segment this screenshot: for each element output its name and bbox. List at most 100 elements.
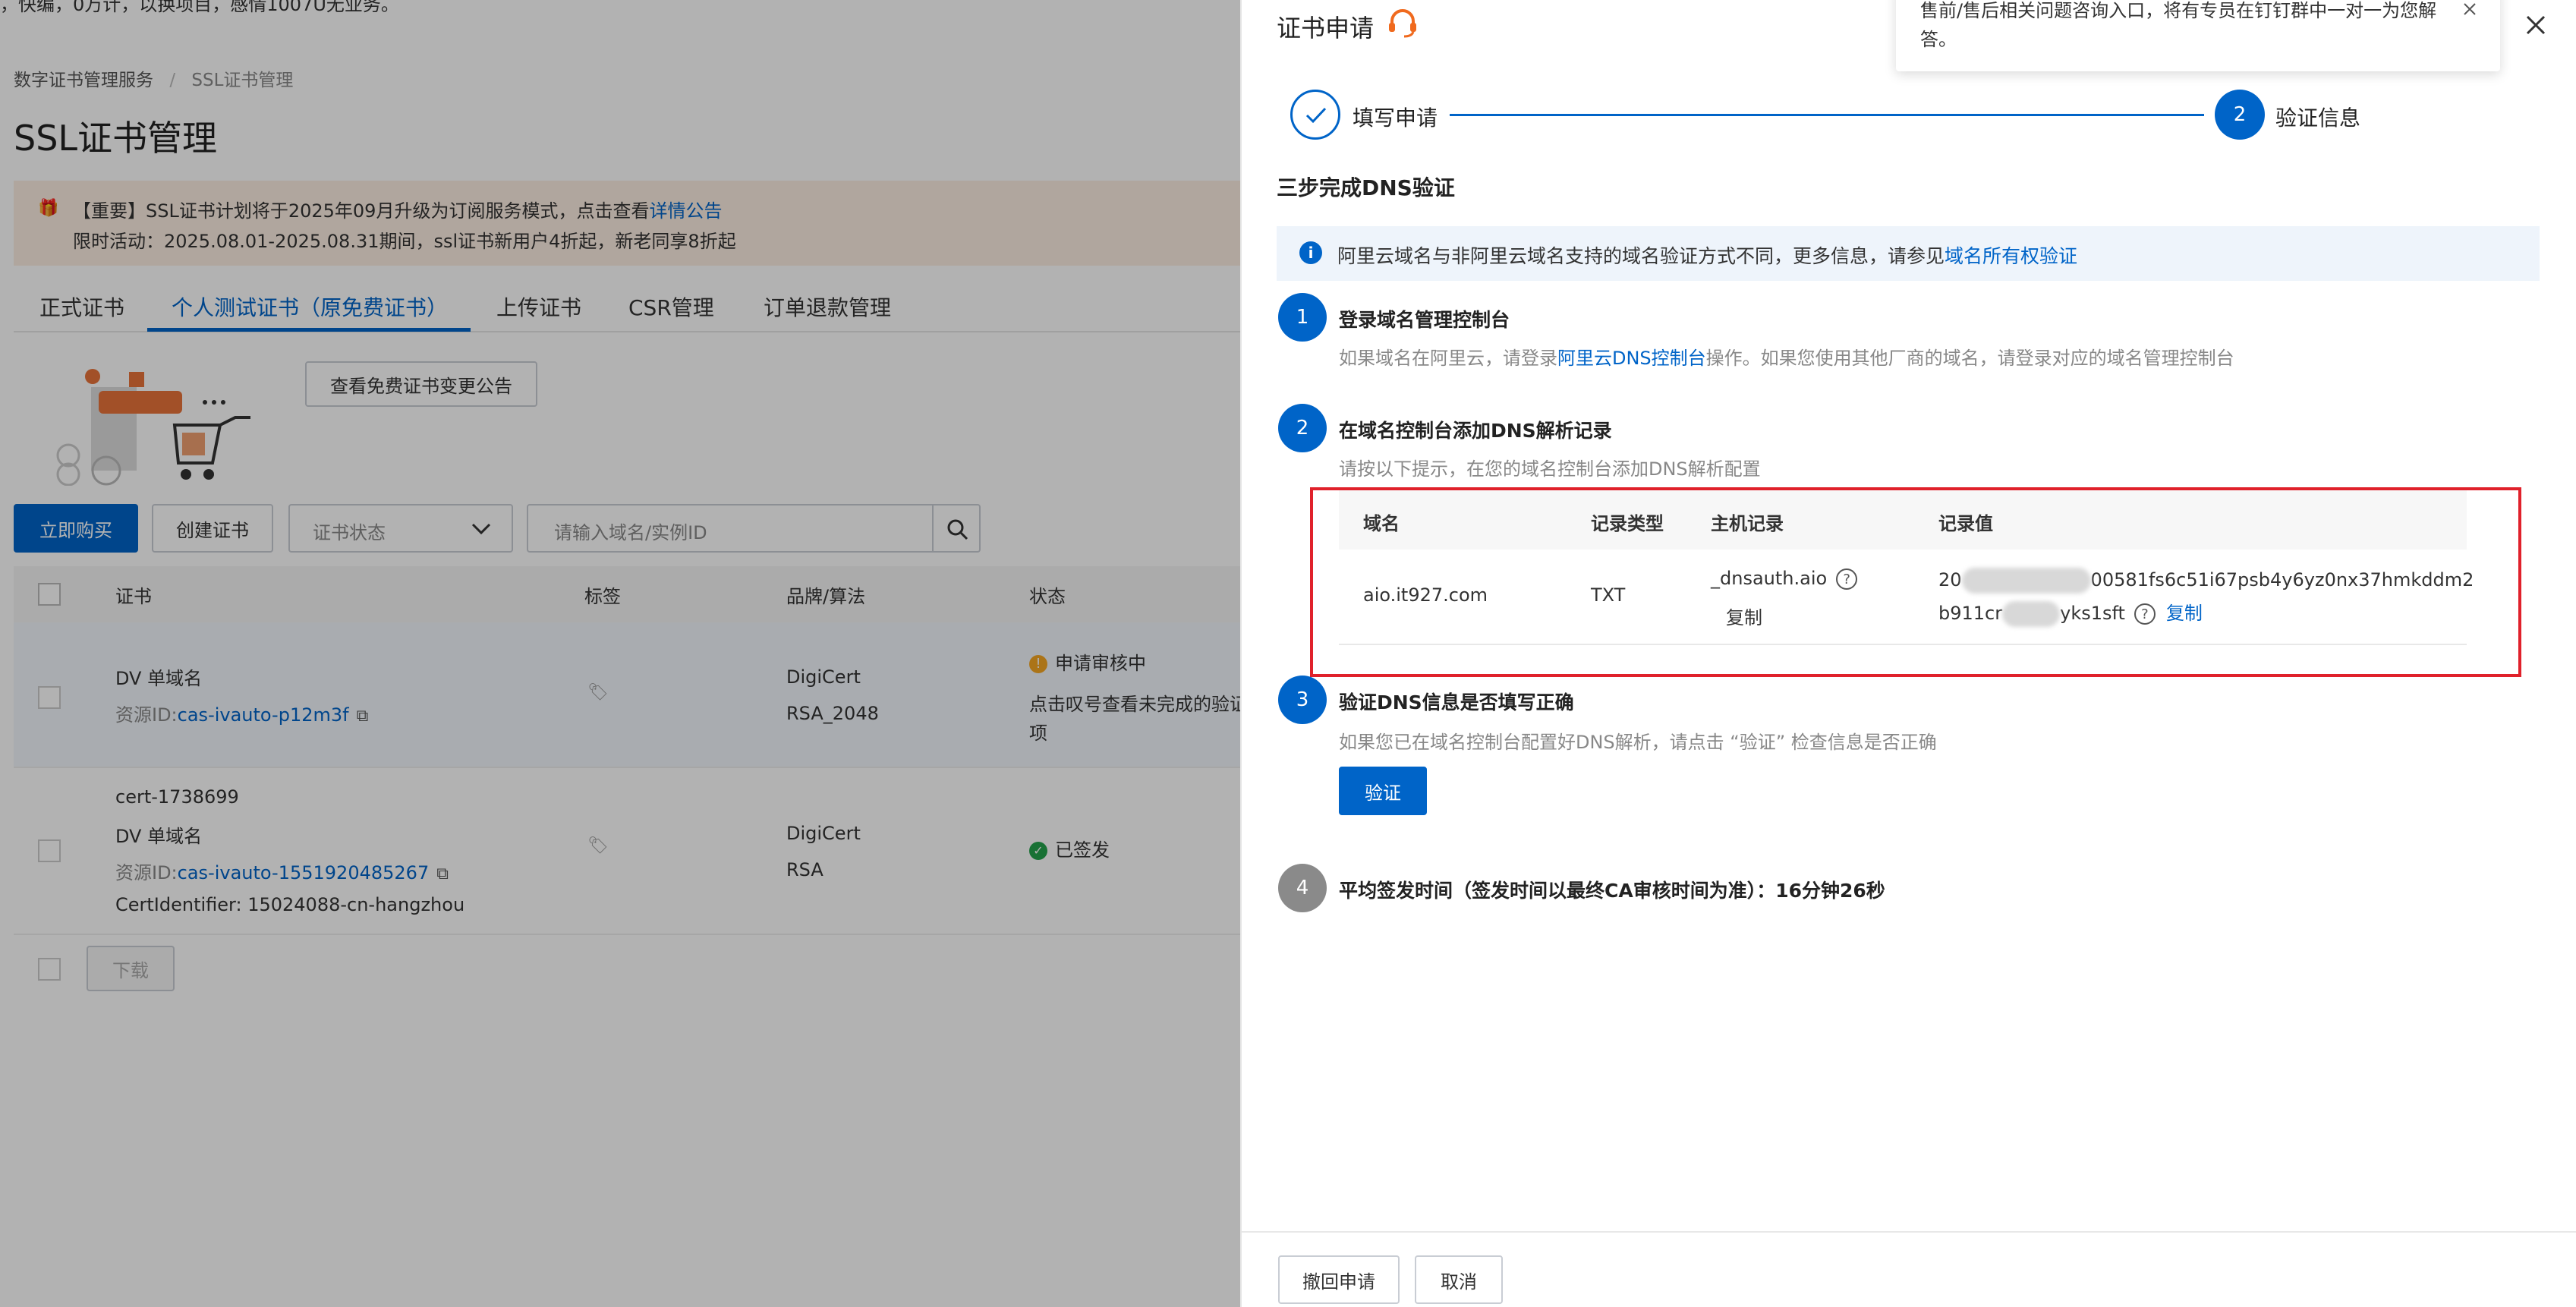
tab-upload-cert[interactable]: 上传证书 xyxy=(496,291,581,322)
brand: DigiCert xyxy=(786,823,861,844)
copy-icon[interactable]: ⧉ xyxy=(357,707,369,726)
cert-table-header: 证书 标签 品牌/算法 状态 xyxy=(14,566,1245,622)
substep-4-number: 4 xyxy=(1278,864,1327,912)
buy-now-button[interactable]: 立即购买 xyxy=(14,504,138,553)
resource-id-label: 资源ID: xyxy=(115,704,178,726)
resource-id-link[interactable]: cas-ivauto-1551920485267 xyxy=(178,862,430,883)
bulk-select-checkbox[interactable] xyxy=(38,958,61,981)
row-checkbox[interactable] xyxy=(38,686,61,709)
info-alert: i 阿里云域名与非阿里云域名支持的域名验证方式不同，更多信息，请参见域名所有权验… xyxy=(1277,226,2540,281)
breadcrumb-item-service[interactable]: 数字证书管理服务 xyxy=(14,71,153,90)
status-note: 点击叹号查看未完成的验证 xyxy=(1029,694,1245,715)
status-text: 已签发 xyxy=(1055,839,1110,861)
substep-2-title: 在域名控制台添加DNS解析记录 xyxy=(1339,420,1612,442)
substep-4-title: 平均签发时间（签发时间以最终CA审核时间为准）：16分钟26秒 xyxy=(1339,880,1885,902)
tag-icon[interactable]: 🏷 xyxy=(587,683,609,702)
notice-line1: 【重要】SSL证书计划将于2025年09月升级为订阅服务模式，点击查看 xyxy=(73,200,650,222)
row-checkbox[interactable] xyxy=(38,839,61,862)
notice-banner: 🎁 【重要】SSL证书计划将于2025年09月升级为订阅服务模式，点击查看详情公… xyxy=(14,181,1245,266)
substep-2-desc: 请按以下提示，在您的域名控制台添加DNS解析配置 xyxy=(1339,458,1761,480)
cert-type: DV 单域名 xyxy=(115,826,203,847)
search-input[interactable]: 请输入域名/实例ID xyxy=(527,504,934,553)
alibaba-dns-console-link[interactable]: 阿里云DNS控制台 xyxy=(1557,348,1706,369)
drawer-title: 证书申请 xyxy=(1277,14,1375,43)
substep-1-number: 1 xyxy=(1278,293,1327,342)
check-circle-icon: ✓ xyxy=(1029,842,1047,860)
cert-name: cert-1738699 xyxy=(115,786,239,808)
warning-icon[interactable]: ! xyxy=(1029,655,1047,673)
column-header-cert: 证书 xyxy=(115,586,152,607)
search-button[interactable] xyxy=(932,504,981,553)
tab-personal-test-cert[interactable]: 个人测试证书（原免费证书） xyxy=(172,291,448,322)
tooltip-close-icon[interactable] xyxy=(2462,2,2477,17)
substep-1-desc-prefix: 如果域名在阿里云，请登录 xyxy=(1339,348,1557,369)
tab-formal-cert[interactable]: 正式证书 xyxy=(39,291,124,322)
step-1-done-indicator xyxy=(1290,90,1340,140)
step-1-label: 填写申请 xyxy=(1353,106,1438,131)
chevron-down-icon xyxy=(471,523,491,535)
help-tooltip: 售前/售后相关问题咨询入口，将有专员在钉钉群中一对一为您解 答。 xyxy=(1896,0,2500,71)
substep-2-number: 2 xyxy=(1278,404,1327,452)
algorithm: RSA_2048 xyxy=(786,703,879,724)
download-button[interactable]: 下载 xyxy=(87,946,175,991)
top-banner-text: ，快编，0万计，以换项目，感情1007U无业务。 xyxy=(0,0,399,15)
view-free-cert-announcement-button[interactable]: 查看免费证书变更公告 xyxy=(305,361,537,407)
column-header-status: 状态 xyxy=(1029,586,1066,607)
info-text: 阿里云域名与非阿里云域名支持的域名验证方式不同，更多信息，请参见 xyxy=(1337,245,1945,267)
notice-line2: 限时活动：2025.08.01-2025.08.31期间，ssl证书新用户4折起… xyxy=(73,231,736,252)
gift-icon: 🎁 xyxy=(38,199,59,218)
resource-id-label: 资源ID: xyxy=(115,862,178,883)
column-header-brand: 品牌/算法 xyxy=(786,586,866,607)
select-all-checkbox[interactable] xyxy=(38,583,61,606)
substep-1-title: 登录域名管理控制台 xyxy=(1339,309,1510,331)
page-title: SSL证书管理 xyxy=(14,118,218,159)
cert-identifier: CertIdentifier: 15024088-cn-hangzhou xyxy=(115,894,465,915)
shopping-cart-illustration xyxy=(46,357,266,487)
cert-type: DV 单域名 xyxy=(115,668,203,689)
cert-status-select-value: 证书状态 xyxy=(313,522,386,543)
tag-icon[interactable]: 🏷 xyxy=(587,836,609,855)
resource-id-link[interactable]: cas-ivauto-p12m3f xyxy=(178,704,349,726)
domain-ownership-link[interactable]: 域名所有权验证 xyxy=(1945,245,2077,267)
tooltip-line2: 答。 xyxy=(1920,29,1957,50)
table-row: cert-1738699 DV 单域名 资源ID:cas-ivauto-1551… xyxy=(14,770,1245,935)
status-text: 申请审核中 xyxy=(1055,653,1146,674)
cert-application-drawer: 证书申请 售前/售后相关问题咨询入口，将有专员在钉钉群中一对一为您解 答。 填写… xyxy=(1240,0,2576,1307)
step-2-label: 验证信息 xyxy=(2275,106,2361,131)
highlight-box xyxy=(1310,487,2521,677)
brand: DigiCert xyxy=(786,666,861,688)
notice-detail-link[interactable]: 详情公告 xyxy=(649,200,722,222)
create-cert-button[interactable]: 创建证书 xyxy=(152,504,273,553)
info-icon: i xyxy=(1299,241,1322,264)
step-2-indicator: 2 xyxy=(2215,90,2265,140)
substep-3-desc: 如果您已在域名控制台配置好DNS解析，请点击 “验证” 检查信息是否正确 xyxy=(1339,732,1937,753)
substep-3-title: 验证DNS信息是否填写正确 xyxy=(1339,691,1574,713)
breadcrumb-item-current: SSL证书管理 xyxy=(191,71,294,90)
tab-csr[interactable]: CSR管理 xyxy=(628,291,714,322)
status-note-2: 项 xyxy=(1029,723,1047,744)
tab-active-indicator xyxy=(147,328,471,332)
section-title: 三步完成DNS验证 xyxy=(1277,175,1455,200)
verify-button[interactable]: 验证 xyxy=(1339,767,1427,815)
column-header-tags: 标签 xyxy=(584,586,621,607)
search-icon xyxy=(947,519,968,540)
withdraw-application-button[interactable]: 撤回申请 xyxy=(1278,1255,1400,1304)
table-row: DV 单域名 资源ID:cas-ivauto-p12m3f ⧉ 🏷 DigiCer… xyxy=(14,622,1245,768)
checkmark-icon xyxy=(1305,107,1327,124)
headset-icon[interactable] xyxy=(1386,8,1419,38)
substep-3-number: 3 xyxy=(1278,676,1327,724)
algorithm: RSA xyxy=(786,859,824,880)
search-input-placeholder: 请输入域名/实例ID xyxy=(554,522,707,543)
tooltip-line1: 售前/售后相关问题咨询入口，将有专员在钉钉群中一对一为您解 xyxy=(1920,0,2437,21)
background-page: ，快编，0万计，以换项目，感情1007U无业务。 数字证书管理服务 / SSL证… xyxy=(0,0,1245,1307)
step-connector xyxy=(1450,114,2204,116)
cert-status-select[interactable]: 证书状态 xyxy=(288,504,513,553)
substep-1-desc-suffix: 操作。如果您使用其他厂商的域名，请登录对应的域名管理控制台 xyxy=(1705,348,2234,369)
copy-icon[interactable]: ⧉ xyxy=(436,865,449,883)
drawer-close-icon[interactable] xyxy=(2524,14,2547,36)
breadcrumb-separator: / xyxy=(169,71,176,90)
cancel-button[interactable]: 取消 xyxy=(1415,1255,1503,1304)
breadcrumb: 数字证书管理服务 / SSL证书管理 xyxy=(14,65,293,91)
footer-divider xyxy=(1242,1231,2576,1233)
tab-refund[interactable]: 订单退款管理 xyxy=(764,291,891,322)
